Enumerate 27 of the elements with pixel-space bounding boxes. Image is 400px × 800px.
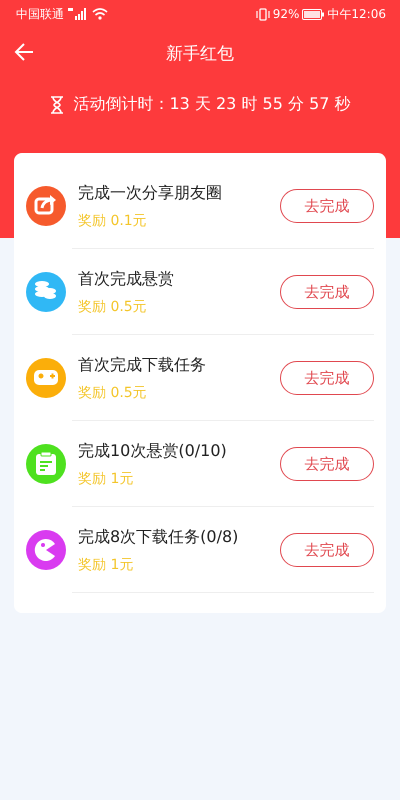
countdown-text: 活动倒计时：13 天 23 时 55 分 57 秒	[73, 94, 351, 115]
carrier-name: 中国联通	[16, 6, 64, 22]
signal-icon	[67, 8, 89, 20]
task-title: 首次完成悬赏	[78, 268, 175, 290]
task-title: 首次完成下载任务	[78, 354, 207, 376]
reward-text: 奖励 0.5元	[78, 298, 148, 316]
wifi-icon	[92, 8, 108, 20]
complete-button[interactable]: 去完成	[280, 447, 374, 481]
task-title: 完成10次悬赏(0/10)	[78, 440, 228, 462]
reward-text: 奖励 1元	[78, 470, 134, 488]
back-button[interactable]	[12, 41, 36, 63]
vibrate-icon	[256, 8, 270, 20]
hourglass-icon	[49, 96, 66, 114]
complete-button[interactable]: 去完成	[280, 189, 374, 223]
complete-button[interactable]: 去完成	[280, 275, 374, 309]
complete-button[interactable]: 去完成	[280, 533, 374, 567]
page-title: 新手红包	[166, 42, 234, 64]
reward-text: 奖励 1元	[78, 556, 134, 574]
battery-icon	[302, 8, 324, 20]
clock-time: 中午12:06	[327, 6, 386, 22]
reward-text: 奖励 0.5元	[78, 384, 148, 402]
task-title: 完成一次分享朋友圈	[78, 182, 223, 204]
complete-button[interactable]: 去完成	[280, 361, 374, 395]
back-arrow-icon	[14, 43, 34, 61]
battery-percent: 92%	[272, 7, 300, 21]
task-title: 完成8次下载任务(0/8)	[78, 526, 240, 548]
reward-text: 奖励 0.1元	[78, 212, 148, 230]
